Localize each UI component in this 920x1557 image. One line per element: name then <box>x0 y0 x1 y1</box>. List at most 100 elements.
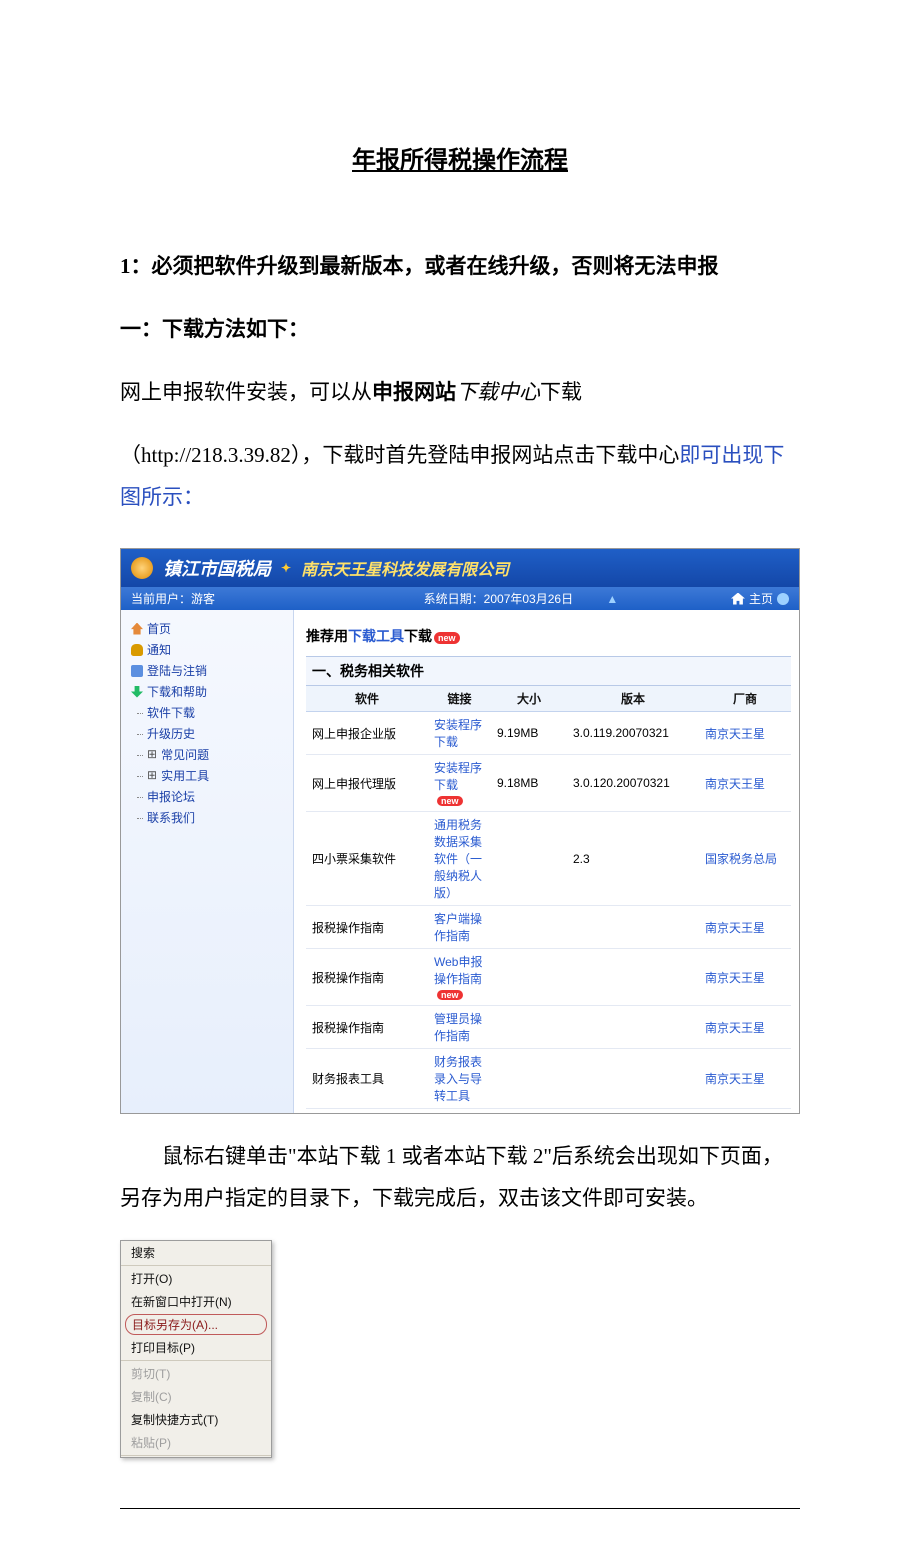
sidebar-item-tools[interactable]: ⊞实用工具 <box>127 765 287 786</box>
rec-a: 推荐用 <box>306 628 348 644</box>
cell-link[interactable]: Web申报操作指南new <box>428 949 491 1006</box>
cell-version <box>567 949 699 1006</box>
sidebar-item-history[interactable]: 升级历史 <box>127 723 287 744</box>
rec-c: 下载 <box>404 628 432 644</box>
home-button[interactable]: 主页 <box>749 590 773 607</box>
menu-paste: 粘贴(P) <box>121 1431 271 1454</box>
para-download: 网上申报软件安装，可以从申报网站下载中心下载 <box>120 371 800 413</box>
menu-separator <box>121 1265 271 1266</box>
cell-version: 3.0.120.20070321 <box>567 755 699 812</box>
cell-version: 2.3 <box>567 812 699 906</box>
cell-software: 报税操作指南 <box>306 906 428 949</box>
cell-vendor[interactable]: 南京天王星 <box>699 755 791 812</box>
sidebar-item-faq[interactable]: ⊞常见问题 <box>127 744 287 765</box>
new-badge: new <box>434 632 460 644</box>
cell-software: 四小票采集软件 <box>306 812 428 906</box>
cell-vendor[interactable]: 南京天王星 <box>699 712 791 755</box>
sidebar-item-home[interactable]: 首页 <box>127 618 287 639</box>
cell-size: 9.19MB <box>491 712 567 755</box>
cell-version: 3.0.119.20070321 <box>567 712 699 755</box>
home-icon <box>131 623 143 635</box>
sidebar-label: 下载和帮助 <box>147 683 207 700</box>
cell-size <box>491 1006 567 1049</box>
th-software: 软件 <box>306 686 428 712</box>
para-url: （http://218.3.39.82），下载时首先登陆申报网站点击下载中心即可… <box>120 434 800 518</box>
p3d: 下载 <box>540 380 582 404</box>
p4a: （http://218.3.39.82），下载时首先登陆申报网站点击下载中心 <box>120 443 679 467</box>
cell-vendor[interactable]: 南京天王星 <box>699 949 791 1006</box>
bell-icon <box>131 644 143 656</box>
sidebar-item-notice[interactable]: 通知 <box>127 639 287 660</box>
menu-print-target[interactable]: 打印目标(P) <box>121 1336 271 1359</box>
disk-icon <box>131 665 143 677</box>
menu-search[interactable]: 搜索 <box>121 1241 271 1264</box>
sidebar-item-forum[interactable]: 申报论坛 <box>127 786 287 807</box>
home-icon <box>731 593 745 605</box>
cell-software: 网上申报代理版 <box>306 755 428 812</box>
cell-version <box>567 1049 699 1109</box>
cell-link[interactable]: 客户端操作指南 <box>428 906 491 949</box>
cell-link[interactable]: 财务报表录入与导转工具 <box>428 1049 491 1109</box>
status-bar: 当前用户：游客 系统日期：2007年03月26日 ▲ 主页 <box>121 587 799 610</box>
table-row: 报税操作指南管理员操作指南 南京天王星 <box>306 1006 791 1049</box>
table-row: 网上申报企业版安装程序下载9.19MB3.0.119.20070321南京天王星 <box>306 712 791 755</box>
sidebar-label: 申报论坛 <box>147 788 195 805</box>
menu-separator <box>121 1455 271 1456</box>
cell-vendor[interactable]: 国家税务总局 <box>699 812 791 906</box>
sidebar-label: 常见问题 <box>161 746 209 763</box>
new-badge: new <box>437 990 463 1000</box>
th-vendor: 厂商 <box>699 686 791 712</box>
menu-copy-shortcut[interactable]: 复制快捷方式(T) <box>121 1408 271 1431</box>
step1-lead: 1： <box>120 254 152 278</box>
para-instruction: 鼠标右键单击"本站下载 1 或者本站下载 2"后系统会出现如下页面，另存为用户指… <box>120 1135 800 1219</box>
th-link: 链接 <box>428 686 491 712</box>
sidebar-label: 登陆与注销 <box>147 662 207 679</box>
cell-link[interactable]: 安装程序下载 <box>428 712 491 755</box>
sidebar: 首页 通知 登陆与注销 下载和帮助 软件下载 升级历史 ⊞常见问题 ⊞实用工具 … <box>121 610 294 1113</box>
step1: 1：必须把软件升级到最新版本，或者在线升级，否则将无法申报 <box>120 245 800 287</box>
cell-version <box>567 1006 699 1049</box>
step1-text: 必须把软件升级到最新版本，或者在线升级，否则将无法申报 <box>152 254 719 278</box>
cell-software: 报税操作指南 <box>306 1006 428 1049</box>
table-row: 四小票采集软件通用税务数据采集软件（一般纳税人版） 2.3国家税务总局 <box>306 812 791 906</box>
menu-cut: 剪切(T) <box>121 1362 271 1385</box>
cell-size: 9.18MB <box>491 755 567 812</box>
sidebar-label: 升级历史 <box>147 725 195 742</box>
th-version: 版本 <box>567 686 699 712</box>
sidebar-item-swdl[interactable]: 软件下载 <box>127 702 287 723</box>
p3a: 网上申报软件安装，可以从 <box>120 380 372 404</box>
table-row: 财务报表工具财务报表录入与导转工具南京天王星 <box>306 1049 791 1109</box>
cell-software: 报税操作指南 <box>306 949 428 1006</box>
org-name-2: 南京天王星科技发展有限公司 <box>301 556 509 580</box>
sidebar-label: 实用工具 <box>161 767 209 784</box>
sidebar-item-login[interactable]: 登陆与注销 <box>127 660 287 681</box>
sidebar-item-contact[interactable]: 联系我们 <box>127 807 287 828</box>
doc-title: 年报所得税操作流程 <box>120 140 800 175</box>
cell-vendor[interactable]: 南京天王星 <box>699 1006 791 1049</box>
sidebar-item-dlhelp[interactable]: 下载和帮助 <box>127 681 287 702</box>
menu-save-target[interactable]: 目标另存为(A)... <box>125 1314 267 1335</box>
cell-version <box>567 906 699 949</box>
cell-size <box>491 906 567 949</box>
section-heading: 一、税务相关软件 <box>306 656 791 686</box>
p3b: 申报网站 <box>372 380 456 404</box>
screenshot-website: 镇江市国税局 ✦ 南京天王星科技发展有限公司 当前用户：游客 系统日期：2007… <box>120 548 800 1114</box>
cell-vendor[interactable]: 南京天王星 <box>699 906 791 949</box>
th-size: 大小 <box>491 686 567 712</box>
globe-icon <box>777 593 789 605</box>
cell-link[interactable]: 安装程序下载new <box>428 755 491 812</box>
cell-link[interactable]: 管理员操作指南 <box>428 1006 491 1049</box>
menu-separator <box>121 1360 271 1361</box>
sidebar-label: 软件下载 <box>147 704 195 721</box>
menu-copy: 复制(C) <box>121 1385 271 1408</box>
cell-link[interactable]: 通用税务数据采集软件（一般纳税人版） <box>428 812 491 906</box>
cell-software: 网上申报企业版 <box>306 712 428 755</box>
menu-open[interactable]: 打开(O) <box>121 1267 271 1290</box>
cell-vendor[interactable]: 南京天王星 <box>699 1049 791 1109</box>
cell-size <box>491 812 567 906</box>
content-area: 推荐用下载工具下载new 一、税务相关软件 软件 链接 大小 版本 厂商 网上申… <box>294 610 799 1113</box>
table-row: 报税操作指南客户端操作指南 南京天王星 <box>306 906 791 949</box>
cell-size <box>491 949 567 1006</box>
p3c: 下载中心 <box>456 380 540 404</box>
table-row: 网上申报代理版安装程序下载new9.18MB3.0.120.20070321南京… <box>306 755 791 812</box>
